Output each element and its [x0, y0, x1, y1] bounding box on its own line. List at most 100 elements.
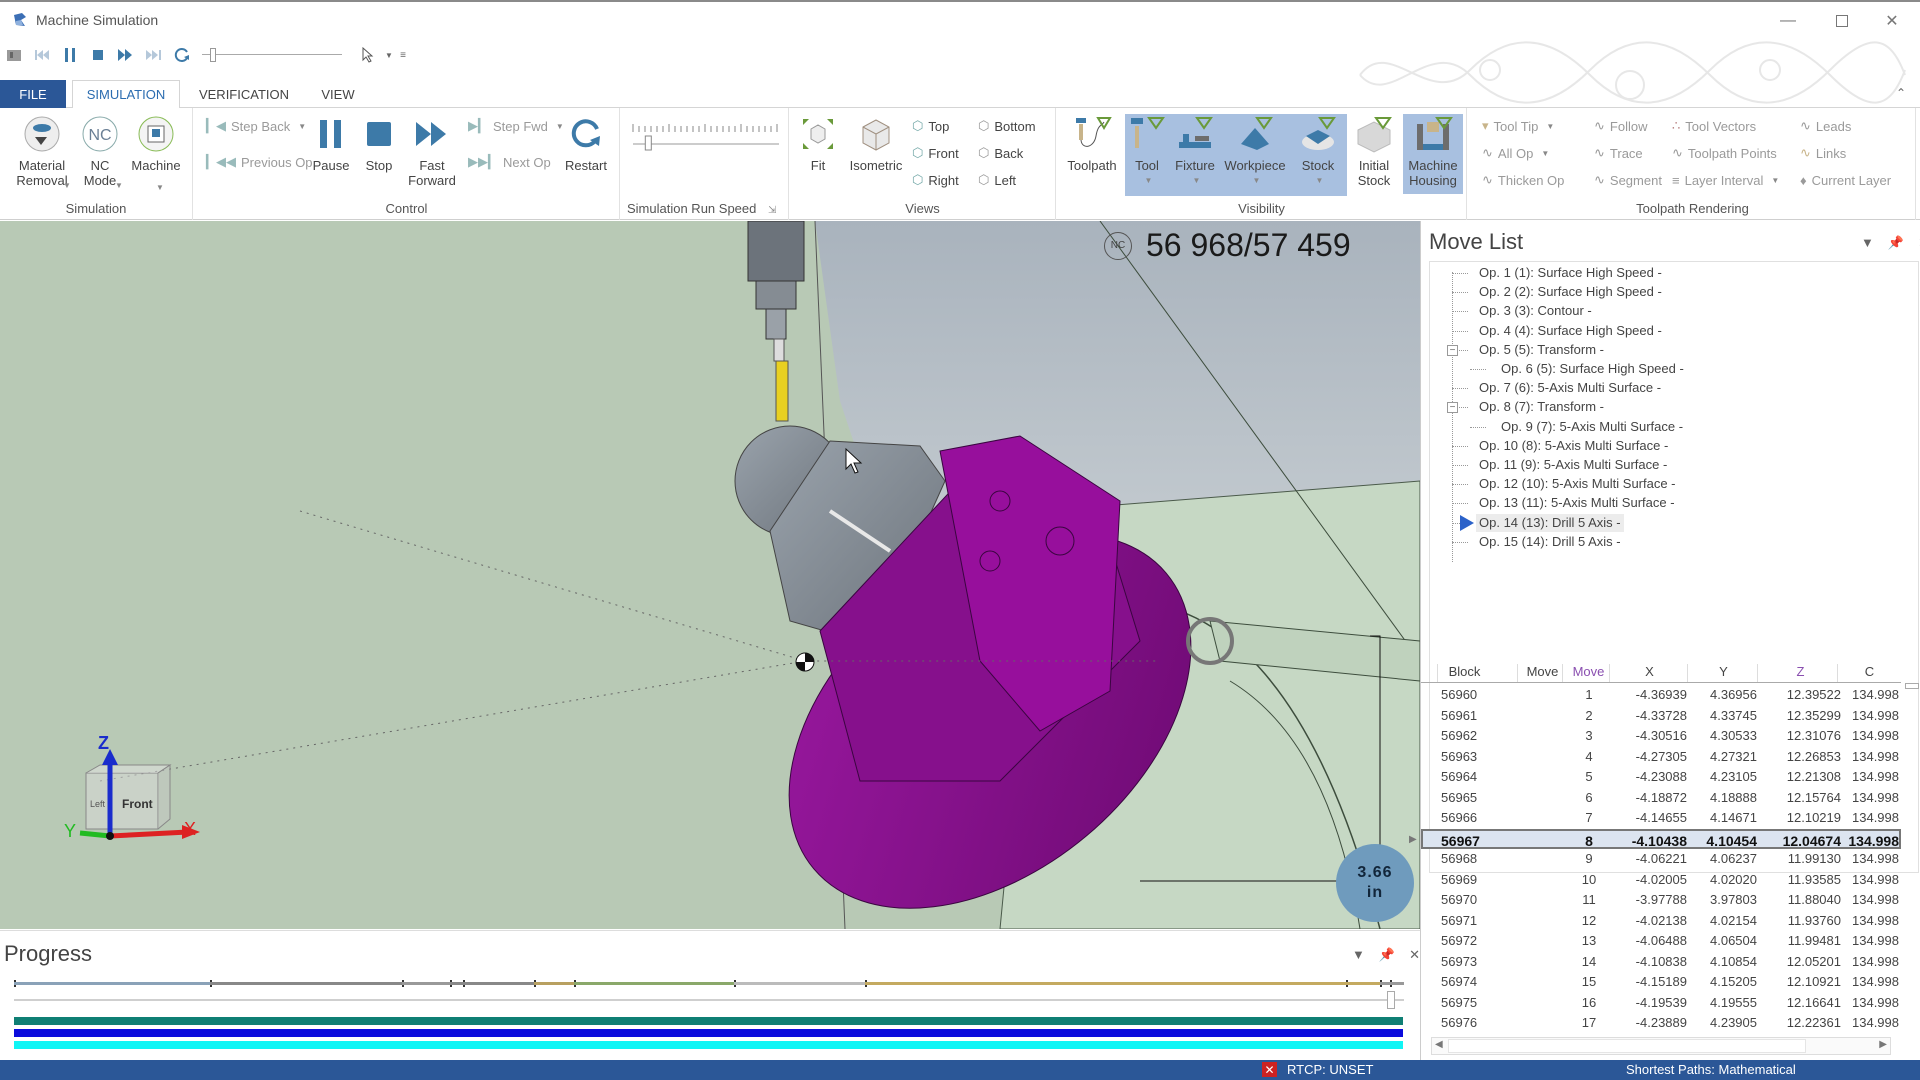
- scroll-left-icon[interactable]: ◀: [1435, 1039, 1443, 1050]
- material-removal-button[interactable]: Material Removal ▼: [8, 114, 76, 190]
- operation-segment[interactable]: [864, 982, 1346, 985]
- qat-pause-button[interactable]: [56, 43, 84, 67]
- tool-visibility-button[interactable]: Tool ▼: [1127, 114, 1167, 188]
- pin-icon[interactable]: 📌: [1379, 947, 1395, 963]
- pause-button[interactable]: Pause: [308, 114, 354, 173]
- operation-tree-item[interactable]: Op. 7 (6): 5-Axis Multi Surface -: [1476, 379, 1664, 397]
- view-bottom-button[interactable]: ⬡ Bottom: [978, 116, 1036, 136]
- vscroll-thumb[interactable]: [1905, 683, 1919, 689]
- panel-menu-icon[interactable]: ▼: [1352, 947, 1365, 963]
- progress-slider-thumb[interactable]: [1387, 991, 1396, 1009]
- fast-forward-button[interactable]: Fast Forward: [404, 114, 460, 188]
- fixture-visibility-button[interactable]: Fixture ▼: [1171, 114, 1219, 188]
- table-row[interactable]: 56968 9 -4.06221 4.06237 11.99130 134.998: [1421, 849, 1901, 870]
- isometric-button[interactable]: Isometric: [844, 114, 908, 173]
- operation-segment[interactable]: [533, 982, 575, 985]
- links-button[interactable]: ∿ Links: [1800, 143, 1846, 163]
- step-fwd-button[interactable]: ▶▎ Step Fwd ▼: [468, 116, 564, 136]
- current-layer-button[interactable]: ♦ Current Layer: [1800, 170, 1891, 190]
- qat-stop-button[interactable]: [84, 43, 112, 67]
- operation-tree-item[interactable]: Op. 15 (14): Drill 5 Axis -: [1476, 533, 1624, 551]
- qat-speed-slider[interactable]: [202, 45, 342, 65]
- operation-segment[interactable]: [401, 982, 451, 985]
- scroll-right-icon[interactable]: ▶: [1879, 1039, 1887, 1050]
- leads-button[interactable]: ∿ Leads: [1800, 116, 1851, 136]
- nc-mode-button[interactable]: NC NC Mode ▼: [78, 114, 123, 190]
- operation-segment[interactable]: [1380, 982, 1391, 985]
- view-back-button[interactable]: ⬡ Back: [978, 143, 1023, 163]
- step-back-button[interactable]: ▎◀ Step Back ▼: [206, 116, 306, 136]
- next-op-button[interactable]: ▶▶▎ Next Op: [468, 152, 551, 172]
- view-right-button[interactable]: ⬡ Right: [912, 170, 959, 190]
- table-row[interactable]: 56961 2 -4.33728 4.33745 12.35299 134.998: [1421, 706, 1901, 727]
- table-row[interactable]: 56976 17 -4.23889 4.23905 12.22361 134.998: [1421, 1013, 1901, 1034]
- column-header[interactable]: Z: [1757, 664, 1843, 682]
- run-speed-slider[interactable]: [631, 122, 781, 152]
- table-row[interactable]: 56972 13 -4.06488 4.06504 11.99481 134.998: [1421, 931, 1901, 952]
- qat-skip-back-button[interactable]: [28, 43, 56, 67]
- operation-segment[interactable]: [14, 982, 210, 985]
- view-top-button[interactable]: ⬡ Top: [912, 116, 949, 136]
- qat-fast-forward-button[interactable]: [112, 43, 140, 67]
- machine-button[interactable]: Machine ▼: [126, 114, 186, 192]
- operation-segment[interactable]: [462, 982, 534, 985]
- progress-slider[interactable]: [14, 991, 1404, 1009]
- hscroll-thumb[interactable]: [1448, 1039, 1806, 1053]
- operation-tree-item[interactable]: Op. 2 (2): Surface High Speed -: [1476, 283, 1665, 301]
- panel-close-icon[interactable]: ✕: [1409, 947, 1420, 963]
- tab-simulation[interactable]: SIMULATION: [72, 80, 180, 109]
- moves-table-vscroll[interactable]: [1905, 661, 1919, 1041]
- operation-tree-item[interactable]: Op. 13 (11): 5-Axis Multi Surface -: [1476, 494, 1678, 512]
- initial-stock-visibility-button[interactable]: Initial Stock: [1349, 114, 1399, 188]
- thicken-op-button[interactable]: ∿ Thicken Op: [1482, 170, 1564, 190]
- follow-button[interactable]: ∿ Follow: [1594, 116, 1647, 136]
- operation-tree-item[interactable]: Op. 10 (8): 5-Axis Multi Surface -: [1476, 437, 1671, 455]
- segment-button[interactable]: ∿ Segment: [1594, 170, 1662, 190]
- view-front-button[interactable]: ⬡ Front: [912, 143, 959, 163]
- table-row[interactable]: 56966 7 -4.14655 4.14671 12.10219 134.998: [1421, 808, 1901, 829]
- operation-tree-item[interactable]: Op. 9 (7): 5-Axis Multi Surface -: [1498, 418, 1686, 436]
- collapse-ribbon-icon[interactable]: ⌃: [1896, 86, 1906, 100]
- operation-tree-item[interactable]: Op. 11 (9): 5-Axis Multi Surface -: [1476, 456, 1670, 474]
- table-row[interactable]: 56963 4 -4.27305 4.27321 12.26853 134.998: [1421, 747, 1901, 768]
- stop-button[interactable]: Stop: [358, 114, 400, 173]
- column-header[interactable]: Block: [1437, 664, 1491, 682]
- table-row[interactable]: 56970 11 -3.97788 3.97803 11.88040 134.998: [1421, 890, 1901, 911]
- view-cube[interactable]: Z X Y Front Left: [60, 733, 210, 851]
- machine-housing-visibility-button[interactable]: Machine Housing: [1403, 114, 1463, 194]
- qat-restart-button[interactable]: [168, 43, 196, 67]
- table-row[interactable]: 56960 1 -4.36939 4.36956 12.39522 134.998: [1421, 685, 1901, 706]
- table-row[interactable]: 56962 3 -4.30516 4.30533 12.31076 134.998: [1421, 726, 1901, 747]
- operation-tree-item[interactable]: Op. 8 (7): Transform -: [1476, 398, 1607, 416]
- column-header[interactable]: C: [1837, 664, 1901, 682]
- column-header[interactable]: Move: [1562, 664, 1614, 682]
- qat-skip-forward-button[interactable]: [140, 43, 168, 67]
- toolpath-points-button[interactable]: ∿ Toolpath Points: [1672, 143, 1777, 163]
- operation-segment[interactable]: [450, 982, 463, 985]
- table-row[interactable]: 56975 16 -4.19539 4.19555 12.16641 134.998: [1421, 993, 1901, 1014]
- fit-button[interactable]: Fit: [798, 114, 838, 173]
- column-header[interactable]: X: [1609, 664, 1689, 682]
- operation-timeline[interactable]: [14, 980, 1404, 987]
- operation-tree-item[interactable]: Op. 14 (13): Drill 5 Axis -: [1476, 513, 1624, 532]
- table-row[interactable]: 56969 10 -4.02005 4.02020 11.93585 134.998: [1421, 870, 1901, 891]
- column-header[interactable]: Move: [1517, 664, 1567, 682]
- tree-expander-icon[interactable]: −: [1447, 344, 1458, 356]
- qat-speed-slider-thumb[interactable]: [210, 48, 216, 62]
- moves-table-hscroll[interactable]: ◀ ▶: [1431, 1037, 1891, 1055]
- operation-segment[interactable]: [209, 982, 402, 985]
- table-row[interactable]: 56964 5 -4.23088 4.23105 12.21308 134.998: [1421, 767, 1901, 788]
- qat-dropdown-button[interactable]: ▼: [382, 43, 396, 67]
- table-row[interactable]: 56971 12 -4.02138 4.02154 11.93760 134.998: [1421, 911, 1901, 932]
- operation-tree-item[interactable]: Op. 4 (4): Surface High Speed -: [1476, 322, 1665, 340]
- tool-vectors-button[interactable]: ∴ Tool Vectors: [1672, 116, 1756, 136]
- operation-segment[interactable]: [574, 982, 734, 985]
- simulation-viewport[interactable]: NC 56 968/57 459 3.66 in Z X Y Front Lef…: [0, 221, 1420, 929]
- run-speed-slider-thumb[interactable]: [644, 135, 652, 151]
- qat-customize-button[interactable]: ≡: [396, 43, 410, 67]
- tab-file[interactable]: FILE: [0, 80, 66, 108]
- stock-visibility-button[interactable]: Stock ▼: [1293, 114, 1343, 188]
- column-header[interactable]: Y: [1687, 664, 1759, 682]
- dialog-launcher-icon[interactable]: ⇲: [768, 205, 776, 216]
- qat-simulation-button[interactable]: [0, 43, 28, 67]
